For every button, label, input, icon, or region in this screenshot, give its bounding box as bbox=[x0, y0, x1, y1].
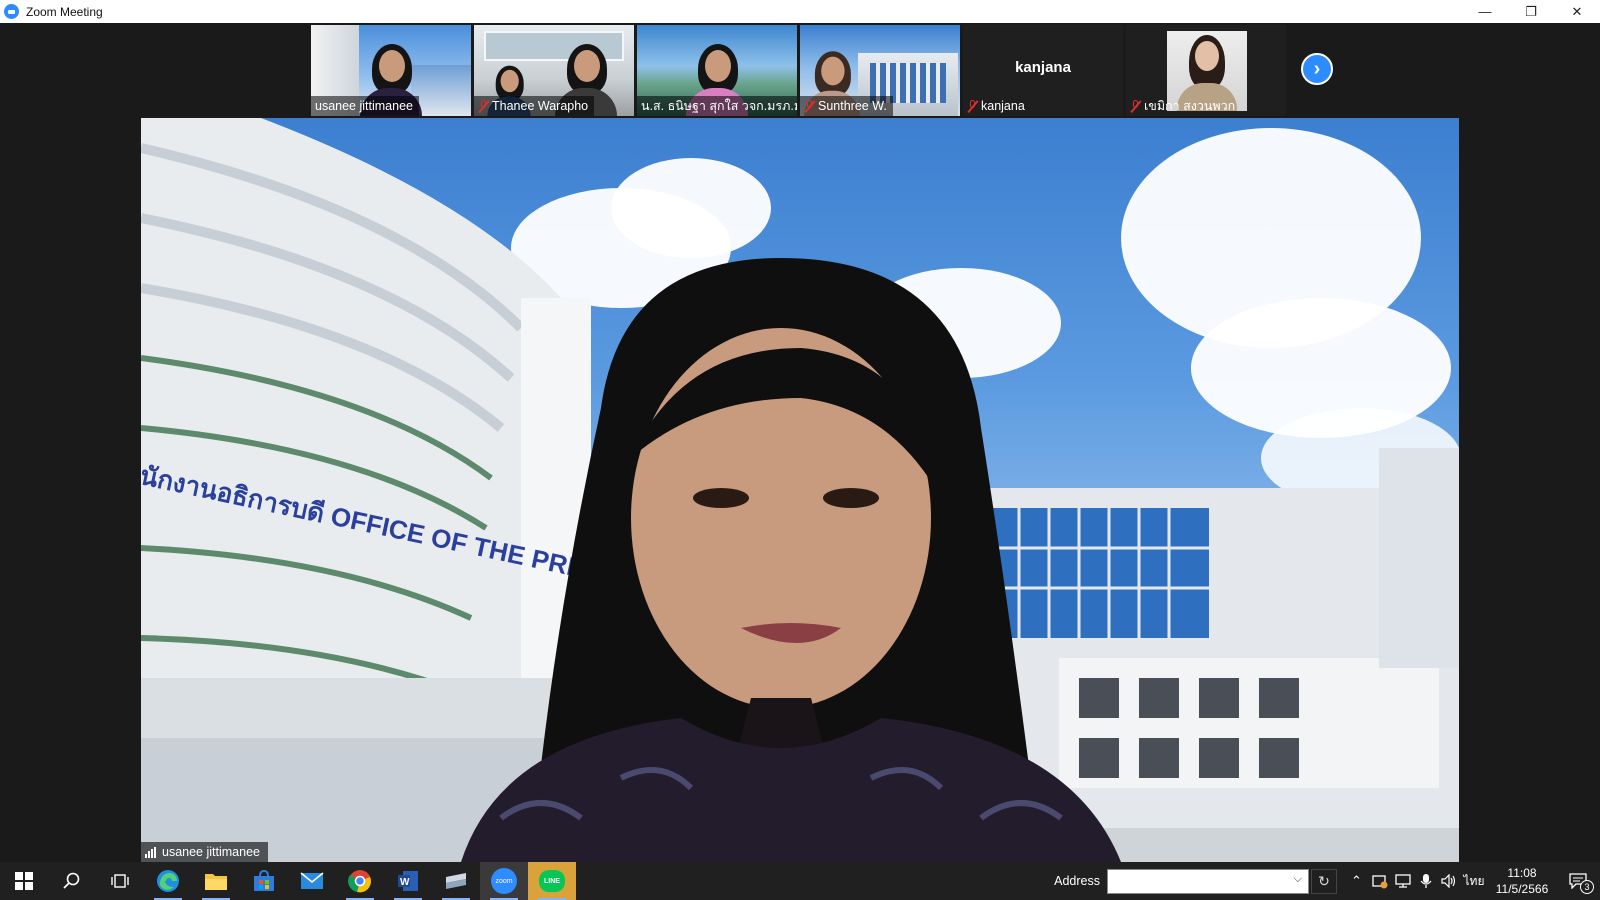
taskbar-app-edge[interactable] bbox=[144, 862, 192, 900]
muted-microphone-icon bbox=[967, 99, 979, 113]
participant-name-label: เขมิกา สงวนพวก bbox=[1126, 96, 1241, 116]
taskbar-app-chrome[interactable] bbox=[336, 862, 384, 900]
speaker-icon bbox=[1440, 874, 1455, 888]
chevron-up-icon: ⌃ bbox=[1351, 873, 1362, 888]
participant-name-label: kanjana bbox=[963, 96, 1031, 116]
participant-name-label: Thanee Warapho bbox=[474, 96, 595, 116]
minimize-button[interactable]: — bbox=[1462, 0, 1508, 23]
participant-name-label: usanee jittimanee bbox=[311, 96, 419, 116]
participant-tile[interactable]: Thanee Warapho bbox=[474, 25, 634, 116]
taskbar-app-word[interactable]: W bbox=[384, 862, 432, 900]
input-language-indicator[interactable]: ไทย bbox=[1460, 872, 1488, 891]
folder-icon bbox=[205, 874, 227, 890]
active-speaker-video[interactable]: นักงานอธิการบดี OFFICE OF THE PRESIDENT bbox=[141, 118, 1459, 862]
line-icon: LINE bbox=[539, 870, 565, 892]
zoom-app-icon bbox=[4, 4, 19, 19]
notification-count-badge: 3 bbox=[1580, 880, 1594, 894]
action-center-button[interactable]: 3 bbox=[1556, 862, 1600, 900]
microphone-tray-icon[interactable] bbox=[1414, 862, 1437, 900]
window-controls: — ❐ ✕ bbox=[1462, 0, 1600, 23]
taskbar-app-file-explorer[interactable] bbox=[192, 862, 240, 900]
store-icon bbox=[254, 870, 274, 891]
next-page-button[interactable]: › bbox=[1301, 53, 1333, 85]
taskbar-clock[interactable]: 11:08 11/5/2566 bbox=[1488, 865, 1556, 897]
microphone-icon bbox=[1420, 874, 1431, 888]
taskbar-app-store[interactable] bbox=[240, 862, 288, 900]
word-icon: W bbox=[398, 871, 418, 891]
refresh-icon: ↻ bbox=[1318, 872, 1330, 889]
muted-microphone-icon bbox=[1130, 99, 1142, 113]
cloud bbox=[611, 158, 771, 258]
chevron-right-icon: › bbox=[1313, 58, 1321, 80]
participant-tile[interactable]: เขมิกา สงวนพวก bbox=[1126, 25, 1286, 116]
mail-icon bbox=[300, 872, 324, 889]
muted-microphone-icon bbox=[478, 99, 490, 113]
clock-date: 11/5/2566 bbox=[1495, 882, 1549, 896]
edge-icon bbox=[157, 870, 179, 892]
participant-name-placeholder: kanjana bbox=[1015, 59, 1071, 76]
taskbar-app-mail[interactable] bbox=[288, 862, 336, 900]
participant-tile[interactable]: Sunthree W. bbox=[800, 25, 960, 116]
shield-icon bbox=[1371, 875, 1387, 889]
start-button[interactable] bbox=[0, 862, 48, 900]
windows-taskbar: W zoom LINE Address ⌵ ↻ ⌃ ไทย 11:08 11/5… bbox=[0, 862, 1600, 900]
speaker-video bbox=[461, 258, 1121, 862]
muted-microphone-icon bbox=[804, 99, 816, 113]
meeting-area: usanee jittimanee Thanee Warapho น.ส. ธน… bbox=[0, 23, 1600, 862]
clock-time: 11:08 bbox=[1507, 866, 1537, 880]
address-input[interactable]: ⌵ bbox=[1107, 868, 1309, 894]
window-title: Zoom Meeting bbox=[26, 4, 103, 19]
chrome-icon bbox=[348, 870, 371, 893]
task-view-icon bbox=[111, 874, 129, 888]
restore-button[interactable]: ❐ bbox=[1508, 0, 1554, 23]
windows-icon bbox=[15, 872, 33, 890]
chevron-down-icon[interactable]: ⌵ bbox=[1294, 873, 1302, 886]
search-icon bbox=[63, 872, 80, 889]
speaker-name-label: usanee jittimanee bbox=[141, 842, 268, 862]
address-refresh-button[interactable]: ↻ bbox=[1311, 868, 1337, 894]
participant-tile[interactable]: น.ส. ธนิษฐา สุกใส วจก.มรภ.ม... bbox=[637, 25, 797, 116]
participant-tile[interactable]: usanee jittimanee bbox=[311, 25, 471, 116]
participant-name-label: น.ส. ธนิษฐา สุกใส วจก.มรภ.ม... bbox=[637, 96, 797, 116]
taskbar-app-editor[interactable] bbox=[432, 862, 480, 900]
taskbar-app-zoom[interactable]: zoom bbox=[480, 862, 528, 900]
signal-bars-icon bbox=[145, 846, 156, 858]
participant-tile[interactable]: kanjana kanjana bbox=[963, 25, 1123, 116]
volume-tray-icon[interactable] bbox=[1437, 862, 1460, 900]
title-bar: Zoom Meeting — ❐ ✕ bbox=[0, 0, 1600, 23]
close-button[interactable]: ✕ bbox=[1554, 0, 1600, 23]
security-tray-icon[interactable] bbox=[1368, 862, 1391, 900]
taskbar-app-line[interactable]: LINE bbox=[528, 862, 576, 900]
network-icon bbox=[1394, 874, 1411, 888]
taskbar-tray: Address ⌵ ↻ ⌃ ไทย 11:08 11/5/2566 3 bbox=[1054, 862, 1600, 900]
task-view-button[interactable] bbox=[96, 862, 144, 900]
zoom-icon: zoom bbox=[491, 868, 517, 894]
svg-text:W: W bbox=[400, 877, 410, 888]
network-tray-icon[interactable] bbox=[1391, 862, 1414, 900]
gallery-strip: usanee jittimanee Thanee Warapho น.ส. ธน… bbox=[311, 25, 1286, 116]
participant-name-label: Sunthree W. bbox=[800, 96, 893, 116]
address-toolbar-label: Address bbox=[1054, 874, 1100, 888]
editor-icon bbox=[446, 873, 466, 889]
search-button[interactable] bbox=[48, 862, 96, 900]
show-hidden-icons-button[interactable]: ⌃ bbox=[1345, 862, 1368, 900]
